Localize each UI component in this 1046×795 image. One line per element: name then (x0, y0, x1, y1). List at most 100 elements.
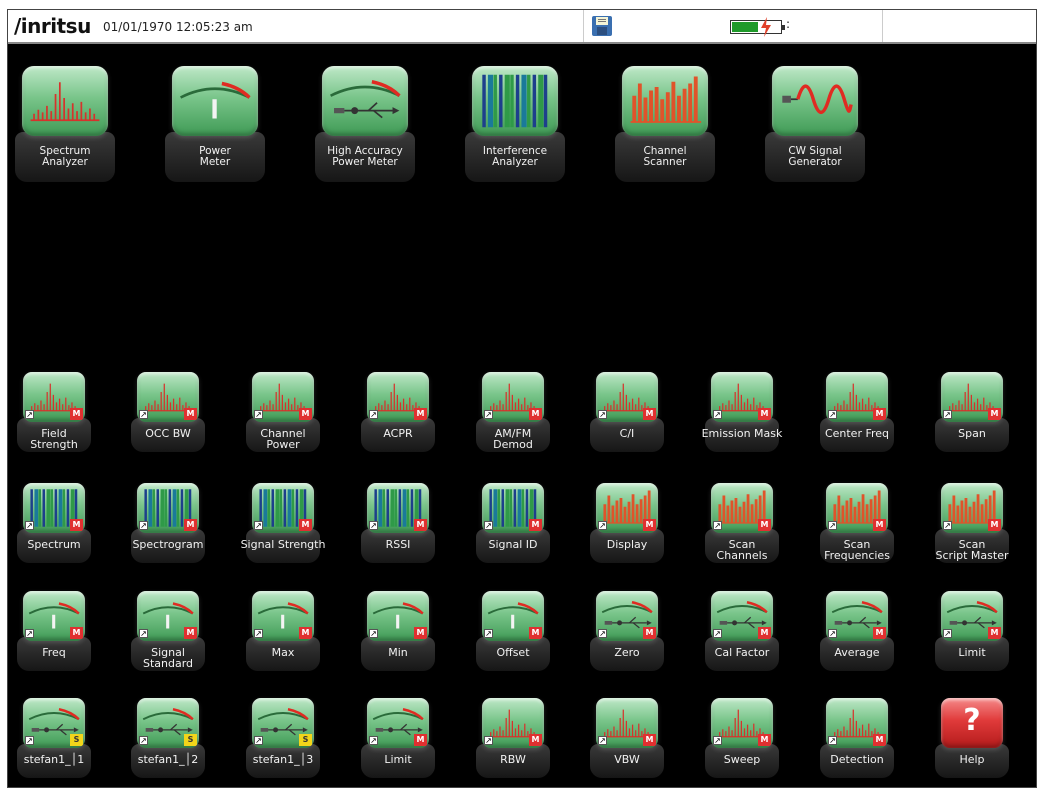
app-cw-signal-generator[interactable]: CW Signal Generator (765, 66, 865, 184)
shortcut-button[interactable]: M (367, 483, 429, 533)
shortcut-button[interactable]: M (941, 372, 1003, 422)
measurement-badge: M (70, 408, 83, 420)
app-spectrum-analyzer[interactable]: Spectrum Analyzer (15, 66, 115, 184)
shortcut-button[interactable]: M (482, 698, 544, 748)
app-power-meter[interactable]: Power Meter (165, 66, 265, 184)
shortcut-field-strength[interactable]: M Field Strength (13, 372, 95, 454)
app-button[interactable] (472, 66, 558, 136)
shortcut-button[interactable]: M (711, 591, 773, 641)
shortcut-button[interactable]: S (137, 698, 199, 748)
shortcut-zero[interactable]: M Zero (586, 591, 668, 673)
shortcut-arrow-icon (828, 629, 837, 638)
app-button[interactable] (22, 66, 108, 136)
shortcut-limit[interactable]: M Limit (357, 698, 439, 780)
shortcut-button[interactable]: M (596, 591, 658, 641)
save-icon[interactable] (591, 15, 613, 37)
shortcut-center-freq[interactable]: M Center Freq (816, 372, 898, 454)
shortcut-stefan1-2[interactable]: S stefan1_│2 (127, 698, 209, 780)
shortcut-button[interactable]: M (826, 483, 888, 533)
shortcut-button[interactable]: M (596, 483, 658, 533)
shortcut-button[interactable]: M (711, 483, 773, 533)
shortcut-c-i[interactable]: M C/I (586, 372, 668, 454)
shortcut-label: Zero (614, 646, 640, 659)
shortcut-label: Cal Factor (714, 646, 770, 659)
app-channel-scanner[interactable]: Channel Scanner (615, 66, 715, 184)
app-button[interactable] (322, 66, 408, 136)
shortcut-spectrogram[interactable]: M Spectrogram (127, 483, 209, 565)
shortcut-button[interactable]: M (482, 372, 544, 422)
shortcut-limit[interactable]: M Limit (931, 591, 1013, 673)
shortcut-display[interactable]: M Display (586, 483, 668, 565)
help-button[interactable]: ? (941, 698, 1003, 748)
shortcut-emission-mask[interactable]: M Emission Mask (701, 372, 783, 454)
shortcut-signal-standard[interactable]: M Signal Standard (127, 591, 209, 673)
app-button[interactable] (772, 66, 858, 136)
app-high-accuracy-power-meter[interactable]: High Accuracy Power Meter (315, 66, 415, 184)
shortcut-vbw[interactable]: M VBW (586, 698, 668, 780)
shortcut-button[interactable]: M (23, 372, 85, 422)
shortcut-button[interactable]: S (23, 698, 85, 748)
measurement-badge: M (414, 734, 427, 746)
status-bar: /inritsu 01/01/1970 12:05:23 am : (8, 10, 1036, 44)
measurement-badge: M (414, 519, 427, 531)
shortcut-button[interactable]: M (941, 591, 1003, 641)
app-button[interactable] (622, 66, 708, 136)
battery-suffix: : (786, 17, 791, 31)
shortcut-sweep[interactable]: M Sweep (701, 698, 783, 780)
shortcut-button[interactable]: M (23, 483, 85, 533)
shortcut-button[interactable]: M (482, 483, 544, 533)
shortcut-min[interactable]: M Min (357, 591, 439, 673)
shortcut-button[interactable]: M (941, 483, 1003, 533)
shortcut-average[interactable]: M Average (816, 591, 898, 673)
shortcut-signal-id[interactable]: M Signal ID (472, 483, 554, 565)
shortcut-rssi[interactable]: M RSSI (357, 483, 439, 565)
shortcut-button[interactable]: M (711, 372, 773, 422)
shortcut-button[interactable]: M (367, 591, 429, 641)
shortcut-max[interactable]: M Max (242, 591, 324, 673)
shortcut-button[interactable]: M (596, 698, 658, 748)
shortcut-channel-power[interactable]: M Channel Power (242, 372, 324, 454)
shortcut-button[interactable]: M (826, 372, 888, 422)
shortcut-button[interactable]: S (252, 698, 314, 748)
shortcut-stefan1-1[interactable]: S stefan1_│1 (13, 698, 95, 780)
shortcut-button[interactable]: M (367, 372, 429, 422)
shortcut-stefan1-3[interactable]: S stefan1_│3 (242, 698, 324, 780)
shortcut-arrow-icon (484, 410, 493, 419)
shortcut-button[interactable]: M (137, 591, 199, 641)
shortcut-button[interactable]: M (252, 372, 314, 422)
shortcut-scan-script-master[interactable]: M Scan Script Master (931, 483, 1013, 565)
shortcut-acpr[interactable]: M ACPR (357, 372, 439, 454)
shortcut-label: Spectrogram (132, 538, 204, 551)
app-label: Channel Scanner (643, 145, 687, 168)
shortcut-arrow-icon (943, 629, 952, 638)
shortcut-button[interactable]: M (252, 483, 314, 533)
shortcut-button[interactable]: M (596, 372, 658, 422)
shortcut-button[interactable]: M (367, 698, 429, 748)
shortcut-button[interactable]: M (826, 591, 888, 641)
shortcut-freq[interactable]: M Freq (13, 591, 95, 673)
shortcut-signal-strength[interactable]: M Signal Strength (241, 483, 325, 565)
shortcut-button[interactable]: M (826, 698, 888, 748)
shortcut-scan-channels[interactable]: M Scan Channels (701, 483, 783, 565)
shortcut-spectrum[interactable]: M Spectrum (13, 483, 95, 565)
shortcut-span[interactable]: M Span (931, 372, 1013, 454)
shortcut-rbw[interactable]: M RBW (472, 698, 554, 780)
app-interference-analyzer[interactable]: Interference Analyzer (465, 66, 565, 184)
measurement-badge: M (70, 627, 83, 639)
shortcut-button[interactable]: M (137, 483, 199, 533)
shortcut-button[interactable]: M (137, 372, 199, 422)
shortcut-button[interactable]: M (711, 698, 773, 748)
shortcut-label: Scan Frequencies (824, 538, 890, 562)
shortcut-button[interactable]: M (482, 591, 544, 641)
shortcut-am-fm-demod[interactable]: M AM/FM Demod (472, 372, 554, 454)
shortcut-detection[interactable]: M Detection (816, 698, 898, 780)
shortcut-offset[interactable]: M Offset (472, 591, 554, 673)
shortcut-cal-factor[interactable]: M Cal Factor (701, 591, 783, 673)
app-button[interactable] (172, 66, 258, 136)
shortcut-label: AM/FM Demod (493, 427, 533, 451)
shortcut-help[interactable]: ? Help (931, 698, 1013, 780)
shortcut-scan-frequencies[interactable]: M Scan Frequencies (816, 483, 898, 565)
shortcut-button[interactable]: M (252, 591, 314, 641)
shortcut-occ-bw[interactable]: M OCC BW (127, 372, 209, 454)
shortcut-button[interactable]: M (23, 591, 85, 641)
